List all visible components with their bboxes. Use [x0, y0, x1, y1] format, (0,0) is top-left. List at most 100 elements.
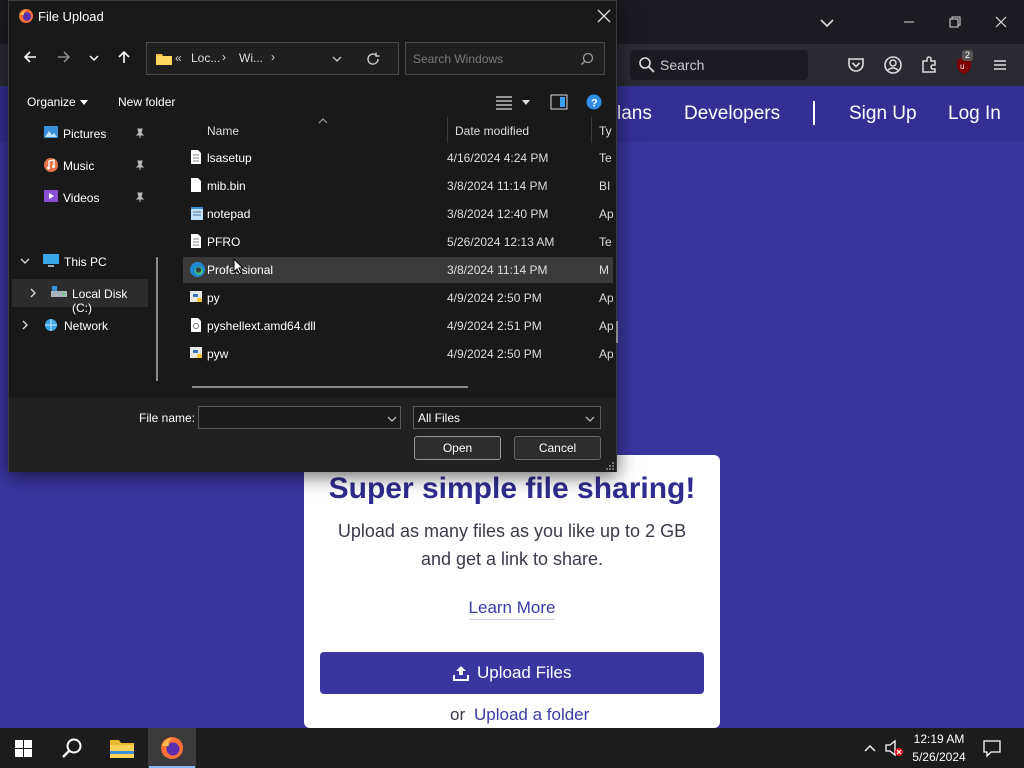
chevron-down-icon[interactable]	[387, 415, 397, 423]
address-bar[interactable]: « Loc... › Wi... ›	[146, 42, 399, 75]
open-button[interactable]: Open	[414, 436, 501, 460]
resize-grip-icon[interactable]	[605, 461, 615, 471]
column-header-type[interactable]: Ty	[599, 124, 612, 138]
file-name-input[interactable]	[203, 410, 383, 426]
upload-folder-link[interactable]: Upload a folder	[474, 705, 589, 725]
account-button[interactable]	[881, 53, 905, 77]
restore-button[interactable]	[943, 10, 967, 34]
taskbar-firefox[interactable]	[148, 728, 196, 768]
taskbar-file-explorer[interactable]	[98, 728, 146, 768]
preview-pane-icon[interactable]	[550, 94, 568, 110]
app-menu-button[interactable]	[988, 53, 1012, 77]
nav-item-label: Music	[63, 159, 95, 173]
column-divider[interactable]	[447, 117, 448, 143]
card-title: Super simple file sharing!	[328, 472, 696, 505]
list-all-tabs-button[interactable]	[816, 10, 838, 34]
address-segment-windows[interactable]: Wi...	[239, 51, 263, 65]
tray-clock-date[interactable]: 5/26/2024	[906, 750, 972, 764]
back-button[interactable]	[22, 49, 38, 70]
chevron-right-icon[interactable]	[28, 288, 38, 298]
nav-item-pictures[interactable]: Pictures	[9, 119, 165, 147]
address-segment-local-disk[interactable]: Loc...	[191, 51, 220, 65]
notifications-icon[interactable]	[982, 738, 1002, 758]
file-type: Te	[599, 151, 612, 165]
horizontal-scrollbar[interactable]	[192, 386, 468, 388]
file-type-filter[interactable]: All Files	[413, 406, 601, 429]
tray-clock-time[interactable]: 12:19 AM	[906, 732, 972, 746]
search-windows-input[interactable]: Search Windows	[405, 42, 605, 75]
nav-link-plans[interactable]: lans	[617, 103, 652, 125]
volume-muted-icon[interactable]	[884, 739, 904, 757]
help-icon[interactable]: ?	[586, 94, 602, 110]
address-separator[interactable]: ›	[222, 50, 226, 64]
file-row[interactable]: PFRO 5/26/2024 12:13 AM Te	[183, 229, 613, 255]
nav-link-log-in[interactable]: Log In	[948, 103, 1001, 125]
nav-item-videos[interactable]: Videos	[9, 183, 165, 211]
svg-text:?: ?	[591, 98, 598, 110]
file-type-filter-value: All Files	[418, 411, 461, 425]
file-row[interactable]: pyw 4/9/2024 2:50 PM Ap	[183, 341, 613, 367]
pocket-icon	[848, 58, 864, 72]
recent-locations-button[interactable]	[88, 51, 100, 69]
file-date: 4/16/2024 4:24 PM	[447, 151, 549, 165]
nav-item-network[interactable]: Network	[9, 311, 165, 339]
learn-more-link[interactable]: Learn More	[304, 598, 720, 618]
file-name-label: File name:	[139, 411, 196, 425]
firefox-icon	[19, 9, 33, 23]
dialog-close-button[interactable]	[595, 7, 613, 25]
file-row-selected[interactable]: Professional 3/8/2024 11:14 PM M	[183, 257, 613, 283]
nav-item-this-pc[interactable]: This PC	[9, 247, 165, 275]
upload-files-button[interactable]: Upload Files	[320, 652, 704, 694]
chevron-down-icon[interactable]	[20, 256, 30, 266]
caret-down-icon[interactable]	[521, 99, 531, 107]
pocket-button[interactable]	[844, 53, 868, 77]
extensions-button[interactable]	[917, 53, 941, 77]
details-view-icon[interactable]	[495, 94, 513, 110]
file-date: 3/8/2024 11:14 PM	[447, 263, 548, 277]
file-name: pyw	[207, 347, 229, 361]
chevron-up-icon[interactable]	[863, 742, 877, 754]
nav-link-developers[interactable]: Developers	[684, 103, 780, 125]
taskbar-search-button[interactable]	[48, 728, 96, 768]
nav-item-label: Network	[64, 319, 109, 333]
column-header-name[interactable]: Name	[207, 124, 239, 138]
file-list: Name Date modified Ty lsasetup 4/16/2024…	[175, 117, 617, 389]
address-overflow-chevron[interactable]: «	[175, 51, 182, 65]
restore-icon	[949, 16, 961, 28]
new-folder-button[interactable]: New folder	[118, 95, 175, 109]
nav-link-sign-up[interactable]: Sign Up	[849, 103, 917, 125]
address-separator[interactable]: ›	[271, 50, 275, 64]
nav-divider	[813, 101, 815, 125]
column-divider[interactable]	[591, 117, 592, 143]
chevron-down-icon[interactable]	[585, 415, 595, 423]
start-button[interactable]	[0, 728, 48, 768]
file-row[interactable]: mib.bin 3/8/2024 11:14 PM BI	[183, 173, 613, 199]
file-name-field[interactable]	[198, 406, 401, 429]
refresh-icon[interactable]	[365, 51, 381, 67]
chevron-right-icon[interactable]	[20, 320, 30, 330]
minimize-button[interactable]	[897, 10, 921, 34]
edge-icon	[190, 262, 205, 277]
browser-search-field[interactable]: Search	[630, 50, 808, 80]
cancel-button[interactable]: Cancel	[514, 436, 601, 460]
search-icon	[639, 57, 655, 73]
firefox-icon	[161, 737, 183, 759]
nav-item-local-disk[interactable]: Local Disk (C:)	[12, 279, 148, 315]
up-button[interactable]	[116, 49, 132, 70]
file-row[interactable]: notepad 3/8/2024 12:40 PM Ap	[183, 201, 613, 227]
chevron-down-icon[interactable]	[331, 53, 343, 65]
organize-button[interactable]: Organize	[27, 95, 76, 109]
browser-close-button[interactable]	[989, 10, 1013, 34]
column-header-date[interactable]: Date modified	[455, 124, 529, 138]
file-row[interactable]: py 4/9/2024 2:50 PM Ap	[183, 285, 613, 311]
svg-text:u: u	[960, 62, 964, 71]
learn-more-underline	[469, 619, 555, 620]
nav-item-music[interactable]: Music	[9, 151, 165, 179]
vertical-scrollbar[interactable]	[616, 321, 618, 343]
file-row[interactable]: pyshellext.amd64.dll 4/9/2024 2:51 PM Ap	[183, 313, 613, 339]
file-type: Ap	[599, 319, 613, 333]
file-row[interactable]: lsasetup 4/16/2024 4:24 PM Te	[183, 145, 613, 171]
navigation-scrollbar[interactable]	[156, 257, 158, 381]
forward-button[interactable]	[56, 49, 72, 70]
caret-down-icon	[80, 100, 88, 105]
